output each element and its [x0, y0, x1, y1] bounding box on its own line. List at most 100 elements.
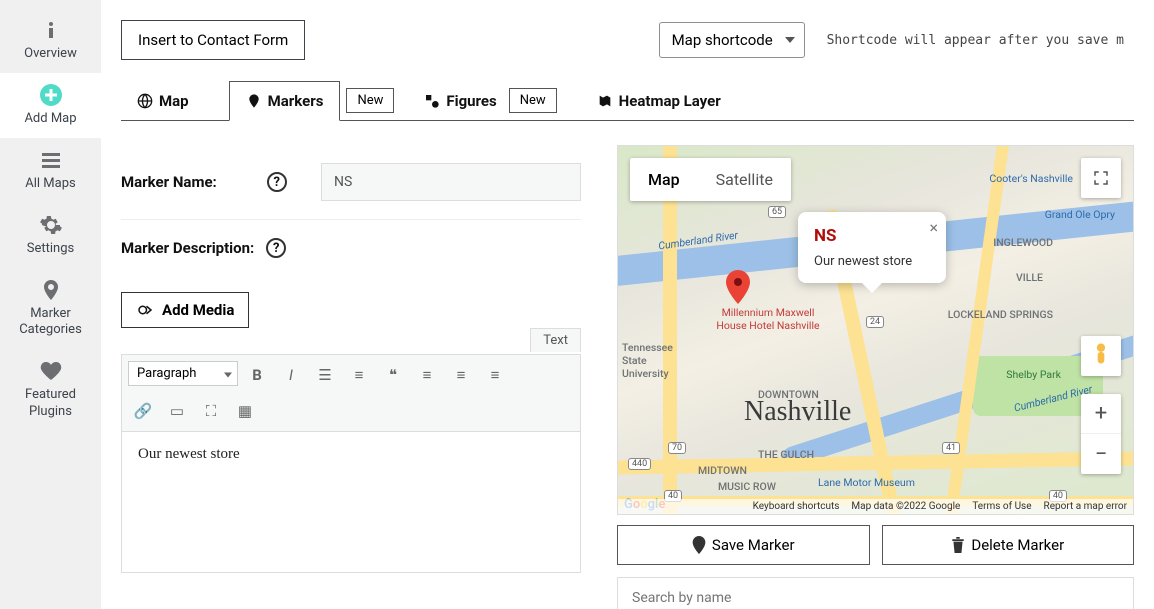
new-badge-figures[interactable]: New: [509, 88, 557, 113]
link-button[interactable]: 🔗: [128, 397, 158, 425]
delete-marker-label: Delete Marker: [971, 536, 1064, 554]
sidebar-item-featured-plugins[interactable]: Featured Plugins: [0, 349, 101, 431]
info-window: × NS Our newest store: [798, 212, 946, 283]
info-window-close-button[interactable]: ×: [930, 218, 939, 237]
terms-link[interactable]: Terms of Use: [972, 501, 1031, 512]
info-window-title: NS: [814, 226, 912, 246]
format-select[interactable]: Paragraph: [128, 361, 238, 386]
tabs: Map Markers New Figures New Heatmap Laye…: [121, 80, 1134, 121]
shield-65: 65: [768, 206, 786, 218]
insert-button[interactable]: ▭: [162, 397, 192, 425]
editor-text-tab[interactable]: Text: [530, 328, 581, 352]
align-right-button[interactable]: ≡: [480, 361, 510, 389]
sidebar: Overview Add Map All Maps Settings Marke…: [0, 0, 101, 609]
map-type-map[interactable]: Map: [630, 158, 698, 201]
sidebar-item-label: Overview: [24, 46, 77, 63]
poi-lane: Lane Motor Museum: [818, 476, 915, 489]
toolbar-toggle-button[interactable]: ▦: [230, 397, 260, 425]
sidebar-item-label: Featured Plugins: [4, 387, 97, 421]
add-media-button[interactable]: Add Media: [121, 292, 249, 328]
heart-icon: [39, 359, 63, 383]
map-data-text: Map data ©2022 Google: [851, 501, 960, 512]
marker-name-label: Marker Name:: [121, 173, 217, 191]
fullscreen-button[interactable]: ⛶: [196, 397, 226, 425]
marker-icon: [692, 536, 706, 554]
info-window-desc: Our newest store: [814, 254, 912, 269]
poi-musicrow: MUSIC ROW: [718, 480, 776, 493]
poi-ville: VILLE: [1016, 271, 1043, 284]
shapes-icon: [424, 93, 440, 109]
poi-opry: Grand Ole Opry: [1045, 208, 1115, 221]
poi-gulch: THE GULCH: [758, 448, 814, 461]
italic-button[interactable]: I: [276, 361, 306, 389]
tab-label: Figures: [446, 92, 496, 110]
map-footer: Keyboard shortcuts Map data ©2022 Google…: [618, 499, 1133, 514]
map-marker-pin-icon[interactable]: [726, 270, 750, 304]
marker-desc-label: Marker Description:: [121, 239, 254, 257]
align-left-button[interactable]: ≡: [412, 361, 442, 389]
shield-440: 440: [628, 458, 651, 470]
new-badge-markers[interactable]: New: [346, 88, 394, 113]
zoom-out-button[interactable]: −: [1081, 434, 1121, 474]
save-marker-button[interactable]: Save Marker: [617, 525, 870, 565]
sidebar-item-label: All Maps: [25, 176, 75, 193]
globe-icon: [137, 93, 153, 109]
poi-midtown: MIDTOWN: [698, 464, 747, 477]
tab-label: Map: [159, 92, 189, 110]
shield-24: 24: [866, 316, 884, 328]
map-type-toggle: Map Satellite: [630, 158, 791, 201]
quote-button[interactable]: ❝: [378, 361, 408, 389]
sidebar-item-add-map[interactable]: Add Map: [0, 73, 101, 138]
info-icon: [39, 18, 63, 42]
zoom-control: + −: [1081, 394, 1121, 474]
map-canvas[interactable]: Nashville Cooter's Nashville Grand Ole O…: [617, 145, 1134, 515]
fullscreen-button[interactable]: [1081, 158, 1121, 198]
tab-label: Markers: [268, 92, 324, 110]
list-icon: [39, 148, 63, 172]
help-icon[interactable]: ?: [266, 238, 286, 258]
number-list-button[interactable]: ≡: [344, 361, 374, 389]
pegman-button[interactable]: [1081, 336, 1121, 376]
sidebar-item-settings[interactable]: Settings: [0, 203, 101, 268]
tab-heatmap[interactable]: Heatmap Layer: [581, 82, 737, 120]
sidebar-item-overview[interactable]: Overview: [0, 8, 101, 73]
tab-figures[interactable]: Figures: [418, 82, 502, 120]
help-icon[interactable]: ?: [267, 172, 287, 192]
add-media-label: Add Media: [162, 301, 234, 319]
tab-markers[interactable]: Markers: [229, 81, 341, 121]
insert-contact-form-button[interactable]: Insert to Contact Form: [121, 20, 305, 60]
keyboard-shortcuts-link[interactable]: Keyboard shortcuts: [753, 501, 840, 512]
editor-body[interactable]: Our newest store: [122, 432, 580, 572]
poi-mmhh: Millennium Maxwell House Hotel Nashville: [708, 306, 828, 332]
sidebar-item-marker-categories[interactable]: Marker Categories: [0, 268, 101, 350]
zoom-in-button[interactable]: +: [1081, 394, 1121, 434]
pegman-icon: [1091, 342, 1111, 370]
sidebar-item-all-maps[interactable]: All Maps: [0, 138, 101, 203]
poi-shelby: Shelby Park: [1006, 368, 1061, 381]
shortcode-select[interactable]: Map shortcode: [659, 22, 805, 58]
delete-marker-button[interactable]: Delete Marker: [882, 525, 1135, 565]
sidebar-item-label: Add Map: [24, 111, 76, 128]
gear-icon: [39, 213, 63, 237]
trash-icon: [951, 537, 965, 553]
poi-tsu: Tennessee State University: [622, 341, 692, 380]
shortcode-hint: Shortcode will appear after you save m: [817, 23, 1134, 58]
tab-map[interactable]: Map: [121, 82, 205, 120]
heatmap-icon: [597, 93, 613, 109]
shield-70b: 41: [942, 442, 960, 454]
marker-icon: [246, 93, 262, 109]
poi-lockeland: LOCKELAND SPRINGS: [948, 308, 1053, 321]
sidebar-item-label: Settings: [27, 241, 74, 258]
bold-button[interactable]: B: [242, 361, 272, 389]
main-panel: Insert to Contact Form Map shortcode Sho…: [101, 0, 1154, 609]
report-link[interactable]: Report a map error: [1044, 501, 1127, 512]
search-input[interactable]: [617, 577, 1134, 609]
marker-name-input[interactable]: [321, 163, 581, 201]
bullet-list-button[interactable]: ☰: [310, 361, 340, 389]
marker-icon: [39, 278, 63, 302]
align-center-button[interactable]: ≡: [446, 361, 476, 389]
save-marker-label: Save Marker: [712, 536, 795, 554]
map-type-satellite[interactable]: Satellite: [698, 158, 791, 201]
poi-inglewood: INGLEWOOD: [993, 236, 1053, 249]
plus-circle-icon: [39, 83, 63, 107]
